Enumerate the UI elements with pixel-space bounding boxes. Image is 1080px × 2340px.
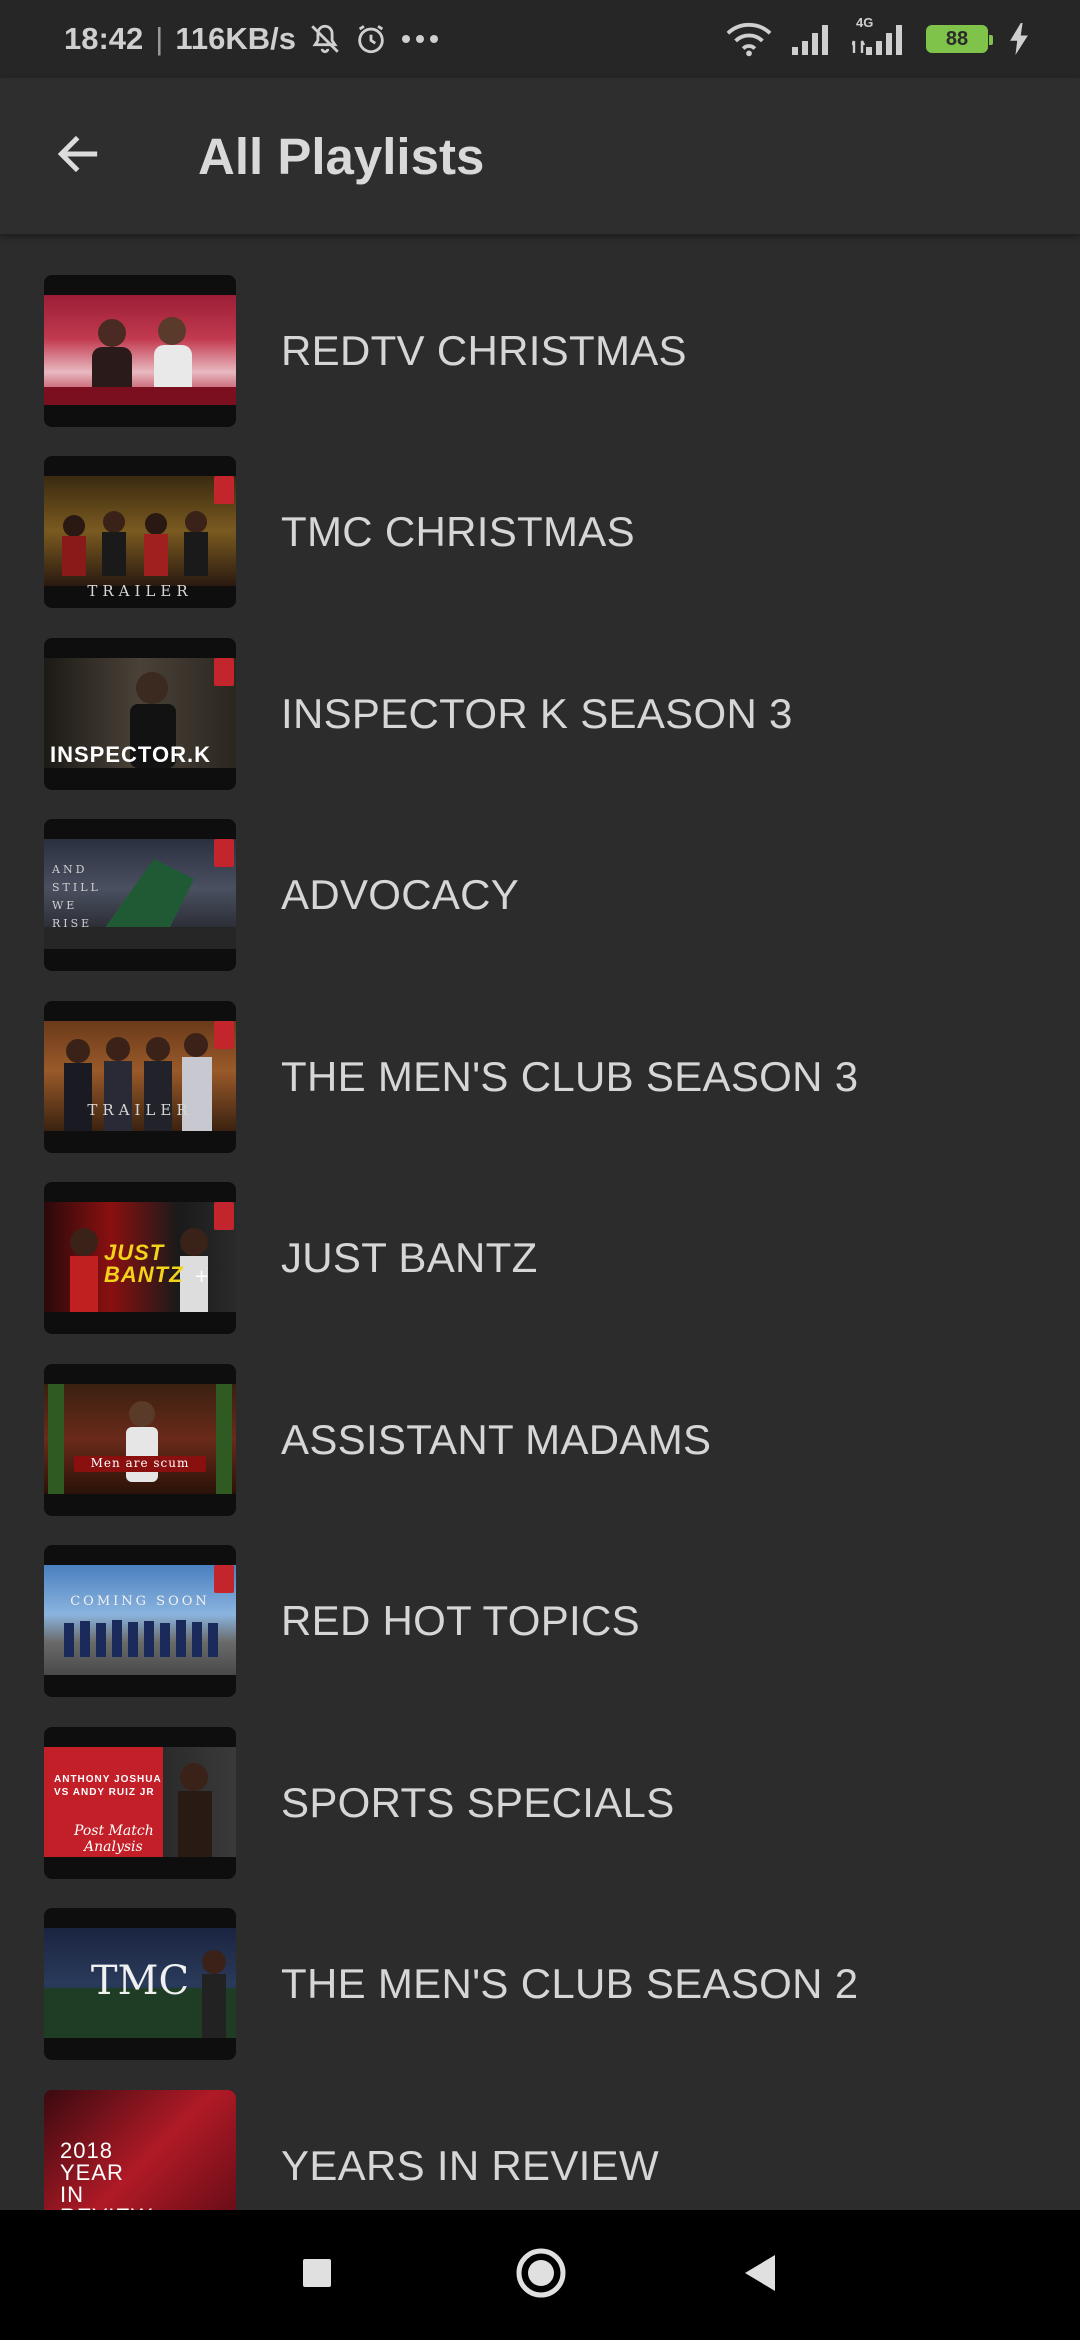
charging-icon: [1008, 23, 1030, 55]
playlist-thumbnail: Post Match Analysis ANTHONY JOSHUA VS AN…: [44, 1726, 236, 1879]
recents-button[interactable]: [287, 2245, 347, 2305]
playlist-title: THE MEN'S CLUB SEASON 3: [281, 1052, 859, 1100]
thumbnail-caption: TRAILER: [87, 582, 193, 601]
playlist-item[interactable]: INSPECTOR.K INSPECTOR K SEASON 3: [0, 623, 1080, 805]
battery-level: 88: [945, 27, 969, 50]
thumbnail-image: [44, 1565, 236, 1676]
playlist-item[interactable]: COMING SOON RED HOT TOPICS: [0, 1531, 1080, 1713]
channel-badge: [214, 476, 234, 505]
playlist-title: JUST BANTZ: [281, 1234, 538, 1282]
playlist-title: RED HOT TOPICS: [281, 1597, 640, 1645]
page-title: All Playlists: [198, 127, 485, 185]
thumbnail-caption: COMING SOON: [70, 1594, 210, 1610]
playlist-title: INSPECTOR K SEASON 3: [281, 689, 793, 737]
status-bar: 18:42 | 116KB/s 4G 88: [0, 0, 1080, 78]
status-separator: |: [155, 21, 164, 56]
wifi-icon: [726, 21, 772, 57]
svg-text:+: +: [194, 1266, 209, 1287]
back-triangle-icon: [743, 2253, 777, 2298]
playlist-thumbnail: [44, 274, 236, 427]
thumbnail-image: [44, 476, 236, 587]
playlist-thumbnail: COMING SOON: [44, 1545, 236, 1698]
playlist-item[interactable]: REDTV CHRISTMAS: [0, 260, 1080, 442]
thumbnail-caption: Men are scum: [90, 1455, 190, 1470]
channel-badge: [214, 1565, 234, 1594]
arrow-left-icon: [53, 129, 103, 184]
svg-text:RISE: RISE: [52, 917, 92, 930]
status-right: 4G 88: [726, 15, 1030, 57]
playlist-thumbnail: AND STILL WE RISE: [44, 819, 236, 972]
svg-text:WE: WE: [52, 899, 77, 912]
thumbnail-image: [44, 294, 236, 405]
network-type: 4G: [856, 15, 874, 30]
signal-4g-icon: 4G: [852, 15, 906, 55]
thumbnail-caption: TMC: [90, 1958, 190, 2005]
more-dots-icon: [400, 33, 440, 45]
network-speed: 116KB/s: [175, 21, 296, 56]
screen: 18:42 | 116KB/s 4G 88 All Playlists REDT…: [0, 0, 1080, 2340]
channel-badge: [214, 657, 234, 686]
playlist-thumbnail: Men are scum: [44, 1363, 236, 1516]
playlist-item[interactable]: TRAILER THE MEN'S CLUB SEASON 3: [0, 986, 1080, 1168]
playlist-title: ADVOCACY: [281, 871, 520, 919]
svg-text:Post Match: Post Match: [73, 1823, 154, 1839]
signal-icon: [792, 23, 832, 55]
thumbnail-caption: ANTHONY JOSHUA VS ANDY RUIZ JR: [54, 1773, 162, 1798]
playlist-title: SPORTS SPECIALS: [281, 1778, 675, 1826]
playlist-thumbnail: 2018 YEAR IN REVIEW: [44, 2089, 236, 2210]
thumbnail-caption: INSPECTOR.K: [50, 741, 211, 767]
channel-badge: [214, 1020, 234, 1049]
playlist-title: THE MEN'S CLUB SEASON 2: [281, 1960, 859, 2008]
navigation-bar: [0, 2210, 1080, 2340]
playlist-item[interactable]: TMC THE MEN'S CLUB SEASON 2: [0, 1894, 1080, 2076]
thumbnail-caption: TRAILER: [87, 1100, 193, 1119]
recents-square-icon: [301, 2257, 333, 2294]
playlist-item[interactable]: Post Match Analysis ANTHONY JOSHUA VS AN…: [0, 1712, 1080, 1894]
svg-text:STILL: STILL: [52, 881, 101, 894]
channel-badge: [214, 839, 234, 868]
alarm-icon: [354, 22, 388, 56]
battery-icon: 88: [926, 25, 993, 53]
playlist-thumbnail: TRAILER: [44, 1000, 236, 1153]
thumbnail-image: [44, 1383, 236, 1494]
playlist-item[interactable]: 2018 YEAR IN REVIEW YEARS IN REVIEW: [0, 2075, 1080, 2210]
thumbnail-image: Post Match Analysis: [44, 1746, 236, 1857]
svg-text:AND: AND: [51, 863, 87, 876]
home-button[interactable]: [509, 2243, 573, 2307]
playlist-thumbnail: TMC: [44, 1908, 236, 2061]
playlist-thumbnail: TRAILER: [44, 456, 236, 609]
system-back-button[interactable]: [730, 2245, 790, 2305]
thumbnail-caption: 2018 YEAR IN REVIEW: [60, 2137, 152, 2210]
home-circle-icon: [515, 2247, 567, 2304]
thumbnail-image: AND STILL WE RISE: [44, 839, 236, 950]
playlist-thumbnail: + JUST BANTZ: [44, 1182, 236, 1335]
playlist-title: TMC CHRISTMAS: [281, 508, 635, 556]
svg-text:Analysis: Analysis: [82, 1839, 143, 1855]
playlist-item[interactable]: + JUST BANTZ JUST BANTZ: [0, 1168, 1080, 1350]
status-time: 18:42: [64, 21, 144, 56]
playlist-title: ASSISTANT MADAMS: [281, 1415, 712, 1463]
playlist-item[interactable]: AND STILL WE RISE ADVOCACY: [0, 805, 1080, 987]
playlist-thumbnail: INSPECTOR.K: [44, 637, 236, 790]
playlist-list[interactable]: REDTV CHRISTMAS TRAILER TMC CHRISTMAS IN…: [0, 260, 1080, 2210]
playlist-title: REDTV CHRISTMAS: [281, 326, 687, 374]
playlist-title: YEARS IN REVIEW: [281, 2141, 659, 2189]
bell-muted-icon: [308, 22, 342, 56]
app-bar: All Playlists: [0, 78, 1080, 234]
thumbnail-caption: JUST BANTZ: [104, 1240, 184, 1288]
status-left: 18:42 | 116KB/s: [64, 21, 440, 57]
channel-badge: [214, 1202, 234, 1231]
playlist-item[interactable]: Men are scum ASSISTANT MADAMS: [0, 1349, 1080, 1531]
playlist-item[interactable]: TRAILER TMC CHRISTMAS: [0, 442, 1080, 624]
back-button[interactable]: [28, 106, 128, 206]
